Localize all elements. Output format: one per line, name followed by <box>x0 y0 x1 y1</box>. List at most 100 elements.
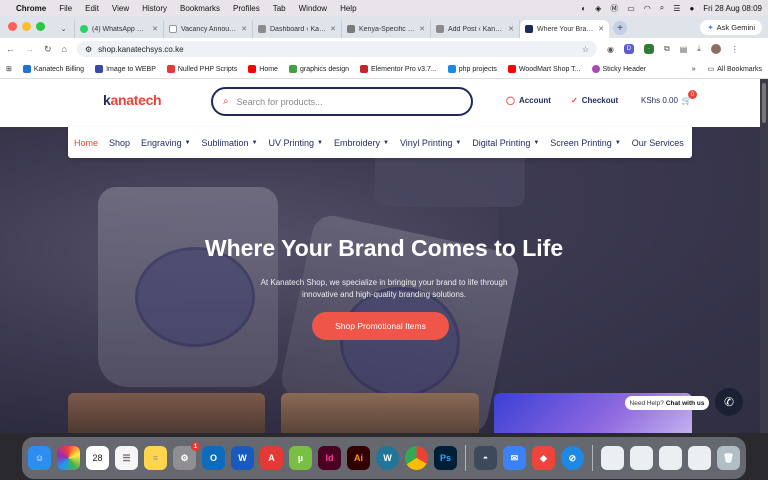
search-input[interactable]: Search for products... <box>237 97 323 107</box>
malwarebytes-icon[interactable]: Ⓜ <box>610 3 618 14</box>
anydesk-icon[interactable]: ◆ <box>531 446 555 470</box>
apps-grid-icon[interactable]: ⊞ <box>6 65 12 73</box>
bookmark-elementor[interactable]: Elementor Pro v3.7... <box>360 65 437 73</box>
bookmark-image-to-webp[interactable]: Image to WEBP <box>95 65 156 73</box>
bookmark-php-projects[interactable]: php projects <box>447 65 497 73</box>
menubar-clock[interactable]: Fri 28 Aug 08:09 <box>703 4 762 13</box>
bookmark-graphics-design[interactable]: graphics design <box>288 65 349 73</box>
category-card-engraving[interactable] <box>68 393 265 433</box>
shop-promotional-items-button[interactable]: Shop Promotional Items <box>312 312 449 340</box>
reload-icon[interactable]: ↻ <box>44 44 52 55</box>
nav-embroidery[interactable]: Embroidery ▼ <box>334 138 389 148</box>
tab-seo[interactable]: Kenya-Specific SEO ✕ <box>342 20 431 38</box>
downloads-icon[interactable]: ⤓ <box>697 44 701 54</box>
search-icon[interactable]: ⌕ <box>223 96 229 107</box>
recent-window-thumbnail[interactable] <box>600 446 624 470</box>
profile-avatar-icon[interactable] <box>710 44 721 54</box>
scrollbar-thumb[interactable] <box>762 83 766 123</box>
extension-icon[interactable]: ◐ <box>581 4 586 13</box>
minimize-window-button[interactable] <box>22 22 31 31</box>
close-tab-icon[interactable]: ✕ <box>241 25 247 33</box>
whatsapp-chat-button[interactable]: ✆ <box>715 388 743 416</box>
tab-vacancy[interactable]: Vacancy Announce ✕ <box>164 20 253 38</box>
close-tab-icon[interactable]: ✕ <box>330 25 336 33</box>
nav-our-services[interactable]: Our Services <box>632 138 684 148</box>
wifi-icon[interactable]: ◠ <box>644 4 651 13</box>
wordpress-icon[interactable]: W <box>376 446 399 470</box>
search-icon[interactable]: ⌕ <box>660 3 664 13</box>
indesign-icon[interactable]: Id <box>318 446 341 470</box>
camera-icon[interactable]: ◉ <box>607 45 614 54</box>
outlook-icon[interactable]: O <box>202 446 225 470</box>
recent-window-thumbnail[interactable] <box>629 446 653 470</box>
recent-window-thumbnail[interactable] <box>658 446 682 470</box>
category-card-machines[interactable] <box>281 393 479 433</box>
home-icon[interactable]: ⌂ <box>62 44 67 54</box>
close-tab-icon[interactable]: ✕ <box>598 25 604 33</box>
forward-icon[interactable]: → <box>25 44 34 54</box>
extension-d-icon[interactable]: D <box>623 44 634 54</box>
finder-icon[interactable]: ☺ <box>28 446 51 470</box>
url-text[interactable]: shop.kanatechsys.co.ke <box>98 45 183 54</box>
page-scrollbar[interactable] <box>760 79 768 433</box>
dropbox-icon[interactable]: ◈ <box>595 4 601 13</box>
product-search[interactable]: ⌕ Search for products... <box>211 87 473 116</box>
site-info-icon[interactable]: ⚙ <box>85 45 92 54</box>
checkout-link[interactable]: ✓ Checkout <box>571 96 618 105</box>
close-window-button[interactable] <box>8 22 17 31</box>
zoom-window-button[interactable] <box>36 22 45 31</box>
chat-prompt-bubble[interactable]: Need Help? Chat with us <box>625 396 709 410</box>
reminders-icon[interactable]: ☰ <box>115 446 138 470</box>
menu-window[interactable]: Window <box>299 4 327 13</box>
ask-gemini-button[interactable]: ✦ Ask Gemini <box>700 20 762 35</box>
close-tab-icon[interactable]: ✕ <box>508 25 514 33</box>
nav-shop[interactable]: Shop <box>109 138 130 148</box>
address-bar[interactable]: ⚙ shop.kanatechsys.co.ke ☆ <box>76 41 597 57</box>
menu-profiles[interactable]: Profiles <box>233 4 260 13</box>
menu-edit[interactable]: Edit <box>85 4 99 13</box>
tab-search-button[interactable]: ⌄ <box>53 20 75 38</box>
nav-screen-printing[interactable]: Screen Printing ▼ <box>550 138 621 148</box>
nav-uv-printing[interactable]: UV Printing ▼ <box>269 138 323 148</box>
tab-dashboard[interactable]: Dashboard ‹ Kanate ✕ <box>253 20 342 38</box>
bookmark-woodmart[interactable]: WoodMart Shop T... <box>507 65 581 73</box>
profile-icon[interactable]: ● <box>689 4 694 13</box>
kanatech-logo[interactable]: kanatech <box>103 92 162 108</box>
close-tab-icon[interactable]: ✕ <box>152 25 158 33</box>
account-link[interactable]: ◯ Account <box>506 96 551 105</box>
bookmark-star-icon[interactable]: ☆ <box>582 45 589 54</box>
utorrent-icon[interactable]: µ <box>289 446 312 470</box>
illustrator-icon[interactable]: Ai <box>347 446 370 470</box>
extension-green-icon[interactable]: · <box>643 44 654 54</box>
menu-tab[interactable]: Tab <box>273 4 286 13</box>
vpn-icon[interactable]: ◓ <box>473 446 497 470</box>
menu-bookmarks[interactable]: Bookmarks <box>180 4 220 13</box>
extensions-puzzle-icon[interactable]: ⧉ <box>664 44 670 54</box>
new-tab-button[interactable]: + <box>613 21 627 35</box>
tab-whatsapp[interactable]: (4) WhatsApp Busin ✕ <box>75 20 164 38</box>
cart-link[interactable]: KShs 0.00 🛒 0 <box>641 90 697 105</box>
bookmark-sticky-header[interactable]: Sticky Header <box>591 65 646 73</box>
recent-window-thumbnail[interactable] <box>687 446 711 470</box>
tab-kanatech-active[interactable]: Where Your Brand C ✕ <box>520 20 609 38</box>
trash-icon[interactable]: 🗑 <box>716 446 740 470</box>
mail-icon[interactable]: ✉ <box>502 446 526 470</box>
nav-engraving[interactable]: Engraving ▼ <box>141 138 190 148</box>
menu-help[interactable]: Help <box>340 4 356 13</box>
more-bookmarks-icon[interactable]: » <box>692 66 696 73</box>
nav-sublimation[interactable]: Sublimation ▼ <box>202 138 258 148</box>
bookmark-kanatech-billing[interactable]: Kanatech Billing <box>22 65 84 73</box>
notes-icon[interactable]: ≡ <box>144 446 167 470</box>
menu-view[interactable]: View <box>112 4 129 13</box>
bookmark-nulled-php[interactable]: Nulled PHP Scripts <box>166 65 237 73</box>
sidebar-icon[interactable]: ▤ <box>680 45 688 54</box>
menu-app-name[interactable]: Chrome <box>16 4 46 13</box>
system-settings-icon[interactable]: ⚙ 1 <box>173 442 200 470</box>
bookmark-home[interactable]: Home <box>248 65 278 73</box>
close-tab-icon[interactable]: ✕ <box>419 25 425 33</box>
kebab-menu-icon[interactable]: ⋮ <box>731 45 739 54</box>
control-center-icon[interactable]: ☰ <box>673 4 680 13</box>
photoshop-icon[interactable]: Ps <box>434 446 457 470</box>
nav-digital-printing[interactable]: Digital Printing ▼ <box>472 138 539 148</box>
menu-history[interactable]: History <box>142 4 167 13</box>
